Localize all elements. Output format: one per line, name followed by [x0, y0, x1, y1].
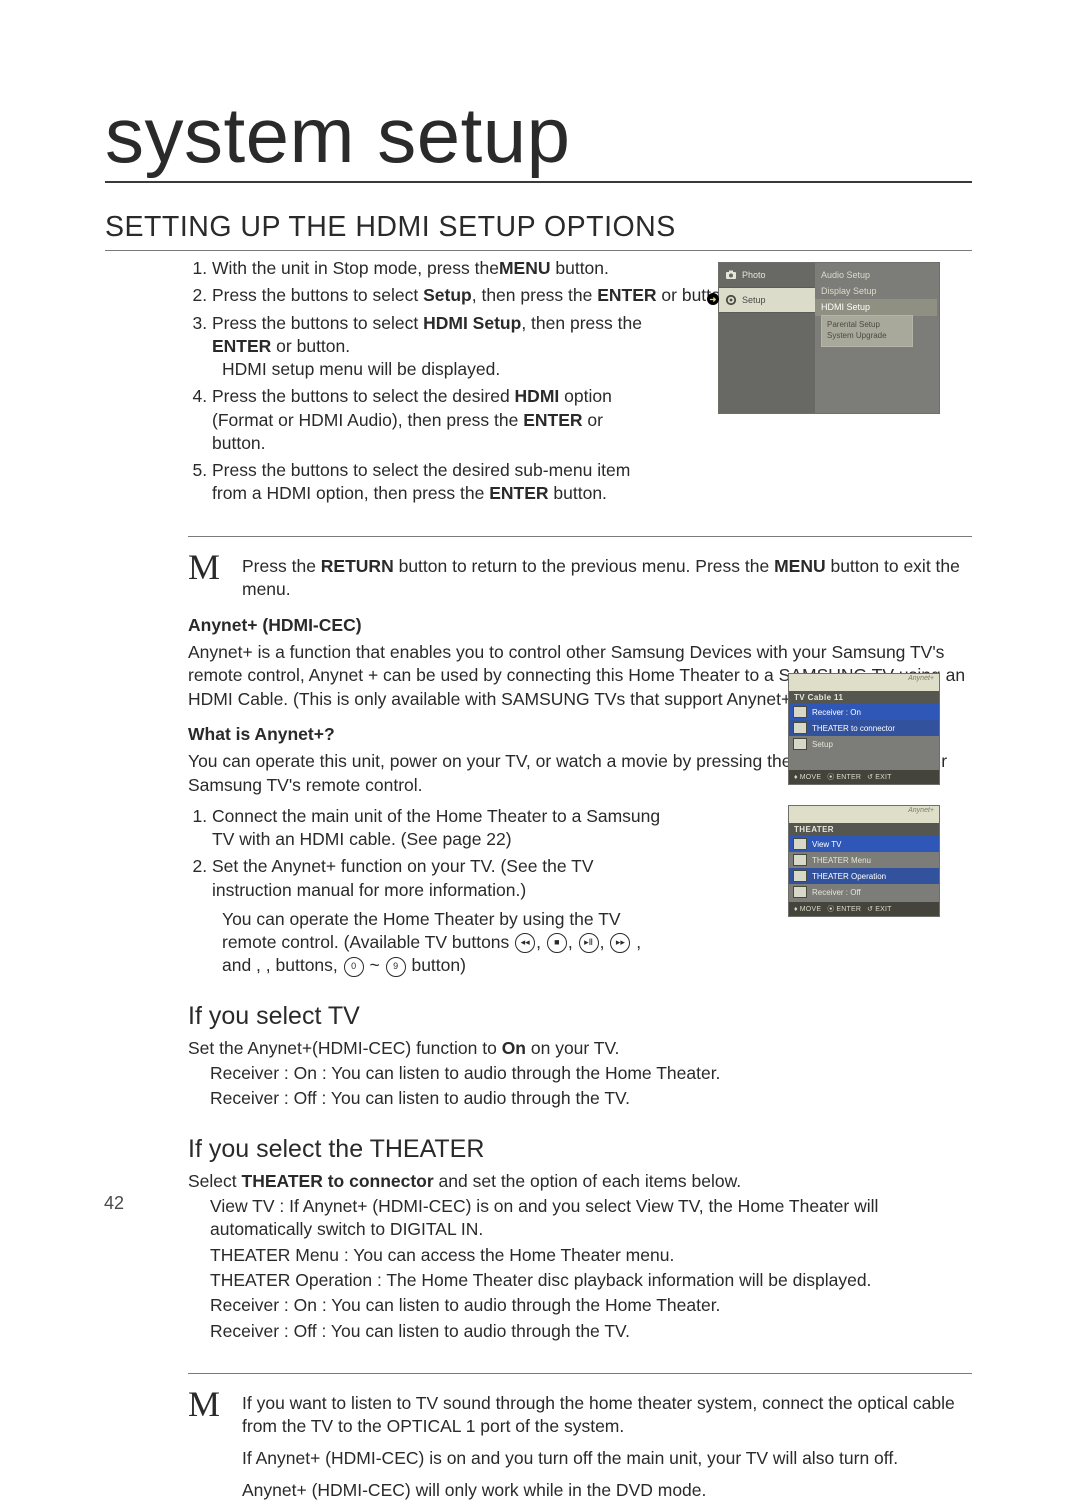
theater-select: Select THEATER to connector and set the …: [188, 1170, 972, 1193]
enter-icon: ⦿: [827, 772, 834, 782]
menu-key: MENU: [499, 258, 551, 278]
stop-icon: ■: [547, 933, 567, 953]
note-icon: M: [188, 1388, 224, 1420]
page-title: system setup: [105, 90, 972, 183]
move-icon: ♦: [794, 774, 798, 781]
shot3-title: THEATER: [789, 823, 939, 836]
camera-icon: [725, 269, 737, 281]
divider-2: [188, 1373, 972, 1374]
note-row-1: M Press the RETURN button to return to t…: [188, 551, 972, 602]
theater-viewtv: View TV : If Anynet+ (HDMI-CEC) is on an…: [210, 1195, 972, 1242]
tv-icon: [793, 706, 807, 718]
note-2: If Anynet+ (HDMI-CEC) is on and you turn…: [242, 1447, 972, 1471]
tv-receiver-on: Receiver : On : You can listen to audio …: [210, 1062, 972, 1085]
shot2-row-1: THEATER to connector: [789, 720, 939, 736]
setup-menu-screenshot: ➜ Photo Setup Audio Setup Display Setup …: [718, 262, 940, 414]
menu-icon: [793, 854, 807, 866]
page: system setup SETTING UP THE HDMI SETUP O…: [0, 0, 1080, 1492]
exit-icon: ↺: [867, 773, 873, 781]
receiver-icon: [793, 886, 807, 898]
page-number: 42: [104, 1193, 124, 1214]
shot1-left-column: Photo Setup: [719, 263, 815, 413]
shot1-submenu: Parental Setup System Upgrade: [821, 315, 913, 347]
step-5: Press the buttons to select the desired …: [212, 459, 642, 506]
anynet-step-2: Set the Anynet+ function on your TV. (Se…: [212, 855, 672, 977]
shot1-photo-row: Photo: [719, 263, 815, 288]
theater-icon: [793, 722, 807, 734]
forward-icon: ▸▸: [610, 933, 630, 953]
enter-icon: ⦿: [827, 904, 834, 914]
exit-icon: ↺: [867, 905, 873, 913]
note-icon: M: [188, 551, 224, 583]
theater-receiver-on: Receiver : On : You can listen to audio …: [210, 1294, 972, 1317]
shot2-footer: ♦MOVE ⦿ENTER ↺EXIT: [789, 770, 939, 784]
shot3-row-2: THEATER Operation: [789, 868, 939, 884]
tv-receiver-off: Receiver : Off : You can listen to audio…: [210, 1087, 972, 1110]
anynet-steps: Connect the main unit of the Home Theate…: [188, 805, 672, 978]
step-4: Press the buttons to select the desired …: [212, 385, 642, 455]
step-3: Press the buttons to select HDMI Setup, …: [212, 312, 642, 382]
step-3-note: HDMI setup menu will be displayed.: [212, 358, 642, 381]
gear-icon: [793, 738, 807, 750]
anynet-tv-screenshot: Anynet+ TV Cable 11 Receiver : On THEATE…: [788, 673, 940, 785]
note-3: Anynet+ (HDMI-CEC) will only work while …: [242, 1479, 972, 1503]
shot3-row-1: THEATER Menu: [789, 852, 939, 868]
play-pause-icon: ▸Ⅱ: [579, 933, 599, 953]
zero-icon: 0: [344, 957, 364, 977]
operation-icon: [793, 870, 807, 882]
theater-operation: THEATER Operation : The Home Theater dis…: [210, 1269, 972, 1292]
divider: [188, 536, 972, 537]
if-theater-heading: If you select the THEATER: [188, 1133, 972, 1166]
shot1-right-list: Audio Setup Display Setup HDMI Setup: [815, 267, 937, 316]
pointer-icon: ➜: [707, 293, 719, 305]
anynet-step-1: Connect the main unit of the Home Theate…: [212, 805, 672, 852]
shot2-row-0: Receiver : On: [789, 704, 939, 720]
shot2-brand: Anynet+: [789, 674, 939, 691]
shot3-row-3: Receiver : Off: [789, 884, 939, 900]
shot3-row-0: View TV: [789, 836, 939, 852]
tv-icon: [793, 838, 807, 850]
shot2-row-2: Setup: [789, 736, 939, 752]
theater-menu: THEATER Menu : You can access the Home T…: [210, 1244, 972, 1267]
nine-icon: 9: [386, 957, 406, 977]
note-1: If you want to listen to TV sound throug…: [242, 1392, 972, 1439]
shot1-setup-row: Setup: [719, 288, 815, 313]
if-tv-heading: If you select TV: [188, 1000, 972, 1033]
gear-icon: [725, 294, 737, 306]
tv-set-line: Set the Anynet+(HDMI-CEC) function to On…: [188, 1037, 972, 1060]
shot3-footer: ♦MOVE ⦿ENTER ↺EXIT: [789, 902, 939, 916]
anynet-theater-screenshot: Anynet+ THEATER View TV THEATER Menu THE…: [788, 805, 940, 917]
section-heading: SETTING UP THE HDMI SETUP OPTIONS: [105, 211, 972, 251]
theater-receiver-off: Receiver : Off : You can listen to audio…: [210, 1320, 972, 1343]
shot3-brand: Anynet+: [789, 806, 939, 823]
rewind-icon: ◂◂: [515, 933, 535, 953]
anynet-heading: Anynet+ (HDMI-CEC): [188, 614, 972, 637]
shot2-title: TV Cable 11: [789, 691, 939, 704]
move-icon: ♦: [794, 906, 798, 913]
